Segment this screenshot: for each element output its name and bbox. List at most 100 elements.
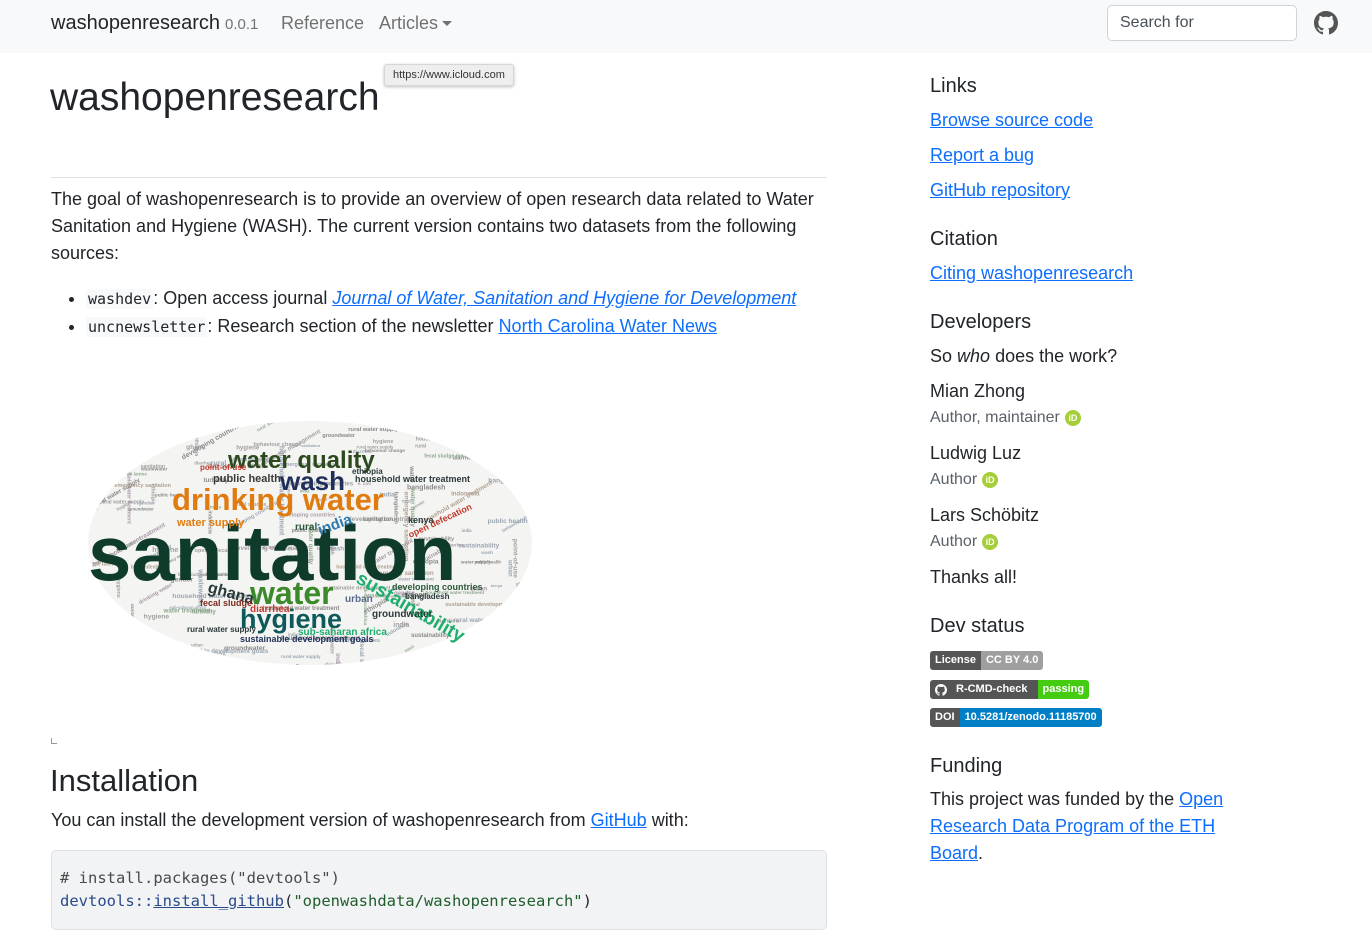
title-divider <box>51 177 827 178</box>
wordcloud-filler-word: wash <box>484 444 497 449</box>
wordcloud-word: public health <box>213 473 281 485</box>
wordcloud-filler-word: bangladesh <box>126 437 152 442</box>
badge-label: License <box>930 651 981 670</box>
wordcloud-filler-word: gender <box>163 429 177 434</box>
wordcloud-word: groundwater <box>372 609 433 620</box>
developer-role: Author iD <box>930 532 999 552</box>
dataset-code-washdev: washdev <box>86 289 154 309</box>
code-function-link[interactable]: install_github <box>153 892 284 910</box>
installation-heading: Installation <box>50 763 199 798</box>
orcid-icon[interactable]: iD <box>982 534 999 550</box>
license-badge[interactable]: License CC BY 4.0 <box>930 651 1044 670</box>
wordcloud-filler-word: india <box>393 622 409 629</box>
badge-label: R-CMD-check <box>930 680 1038 699</box>
sources-list: washdev: Open access journal Journal of … <box>51 285 876 341</box>
wordcloud-filler-word: india <box>334 653 341 669</box>
wordcloud-filler-word: drinking water <box>294 664 301 675</box>
source-text: : Open access journal <box>153 288 333 308</box>
wordcloud-filler-word: water supply <box>460 560 491 566</box>
badge-value: CC BY 4.0 <box>980 651 1044 670</box>
nav-articles-dropdown[interactable]: Articles <box>379 13 453 34</box>
wordcloud-filler-word: rural water supply <box>281 654 321 659</box>
wordcloud-filler-word: point-of-use <box>446 660 483 667</box>
funding-text: This project was funded by the Open Rese… <box>930 786 1240 867</box>
dev-intro-after: does the work? <box>990 346 1118 366</box>
wordcloud-filler-word: india <box>462 528 473 533</box>
wordcloud-filler-word: drinking water <box>92 465 99 510</box>
wordcloud-filler-word: bangladesh <box>488 478 525 485</box>
source-text: : Research section of the newsletter <box>207 316 499 336</box>
citation-heading: Citation <box>930 228 998 250</box>
page-title: washopenresearch <box>50 76 380 119</box>
wordcloud-filler-word: wastewater <box>177 663 183 675</box>
dev-intro-before: So <box>930 346 958 366</box>
badge-label-text: R-CMD-check <box>956 683 1028 695</box>
wordcloud-filler-word: sustainability <box>458 543 499 550</box>
wordcloud-word: rural water supply <box>187 625 256 634</box>
code-namespace: devtools:: <box>60 892 154 910</box>
wordcloud-filler-word: drinking water <box>324 663 365 669</box>
wordcloud-filler-word: sanitation <box>130 604 135 626</box>
install-code-block[interactable]: # install.packages("devtools") devtools:… <box>51 850 827 930</box>
github-repository-link[interactable]: GitHub repository <box>930 179 1070 201</box>
wordcloud-filler-word: kenya <box>217 665 229 670</box>
wordcloud-filler-word: pit latrine <box>95 601 119 618</box>
orcid-icon[interactable]: iD <box>982 472 999 488</box>
wordcloud-word: diarrhea <box>250 604 290 615</box>
browse-source-link[interactable]: Browse source code <box>930 109 1093 131</box>
developer-name: Mian Zhong <box>930 381 1026 401</box>
installation-text-after: with: <box>646 810 689 830</box>
anchor-mark <box>51 738 57 744</box>
citation-link[interactable]: Citing washopenresearch <box>930 262 1133 284</box>
search-input[interactable] <box>1107 5 1297 41</box>
wordcloud-filler-word: household water treatment <box>416 436 483 442</box>
rcmd-check-badge[interactable]: R-CMD-check passing <box>930 680 1090 699</box>
wordcloud-word: developing countries <box>392 582 483 592</box>
version-label: 0.0.1 <box>225 16 259 33</box>
wordcloud-filler-word: pit latrine <box>129 432 152 438</box>
badge-label: DOI <box>930 708 960 727</box>
wordcloud-filler-word: indonesia <box>124 635 152 641</box>
wordcloud-word: fecal sludge <box>200 598 252 608</box>
newsletter-link[interactable]: North Carolina Water News <box>499 316 717 336</box>
list-item: washdev: Open access journal Journal of … <box>86 285 876 313</box>
developer-name: Ludwig Luz <box>930 443 1022 463</box>
wordcloud-filler-word: rural water supply <box>348 427 399 433</box>
code-comment: # install.packages("devtools") <box>60 869 340 887</box>
wordcloud-filler-word: wastewater <box>502 637 507 663</box>
installation-text: You can install the development version … <box>51 807 689 834</box>
doi-badge[interactable]: DOI 10.5281/zenodo.11185700 <box>930 708 1102 727</box>
report-bug-link[interactable]: Report a bug <box>930 144 1034 166</box>
funding-heading: Funding <box>930 755 1003 777</box>
orcid-icon[interactable]: iD <box>1064 410 1081 426</box>
developer-role-text: Author <box>930 471 978 488</box>
github-link[interactable]: GitHub <box>591 810 647 830</box>
journal-link[interactable]: Journal of Water, Sanitation and Hygiene… <box>332 288 796 308</box>
devstatus-heading: Dev status <box>930 615 1025 637</box>
wordcloud-filler-word: open defecation <box>508 643 535 667</box>
intro-paragraph: The goal of washopenresearch is to provi… <box>51 189 814 263</box>
wordcloud-filler-word: fecal sludge <box>358 641 365 675</box>
links-heading: Links <box>930 75 977 97</box>
wordcloud-filler-word: rural water supply <box>453 617 508 624</box>
wordcloud-filler-word: pit latrine <box>97 614 116 619</box>
installation-text-before: You can install the development version … <box>51 810 591 830</box>
dev-intro-emphasis: who <box>957 346 991 366</box>
code-paren-open: ( <box>283 892 294 910</box>
nav-reference[interactable]: Reference <box>281 13 364 34</box>
wordcloud-filler-word: turbidity <box>192 609 217 615</box>
chevron-down-icon <box>442 21 453 26</box>
wordcloud-filler-word: fecal sludge management <box>433 648 491 653</box>
wordcloud-filler-word: point-of-use <box>512 539 519 578</box>
wordcloud-filler-word: household water treatment <box>140 644 146 675</box>
github-icon[interactable] <box>1314 11 1338 35</box>
code-string: "openwashdata/washopenresearch" <box>293 892 583 910</box>
code-paren-close: ) <box>582 892 592 910</box>
brand-link[interactable]: washopenresearch <box>51 12 220 35</box>
wordcloud-filler-word: ghana <box>186 444 206 451</box>
wordcloud-word: rural <box>295 522 317 533</box>
wordcloud-filler-word: fecal sludge management <box>424 453 488 459</box>
wordcloud-filler-word: sustainable development goals <box>445 602 528 608</box>
wordcloud-filler-word: sanitation <box>101 411 132 433</box>
wordcloud-filler-word: urban <box>506 560 512 577</box>
